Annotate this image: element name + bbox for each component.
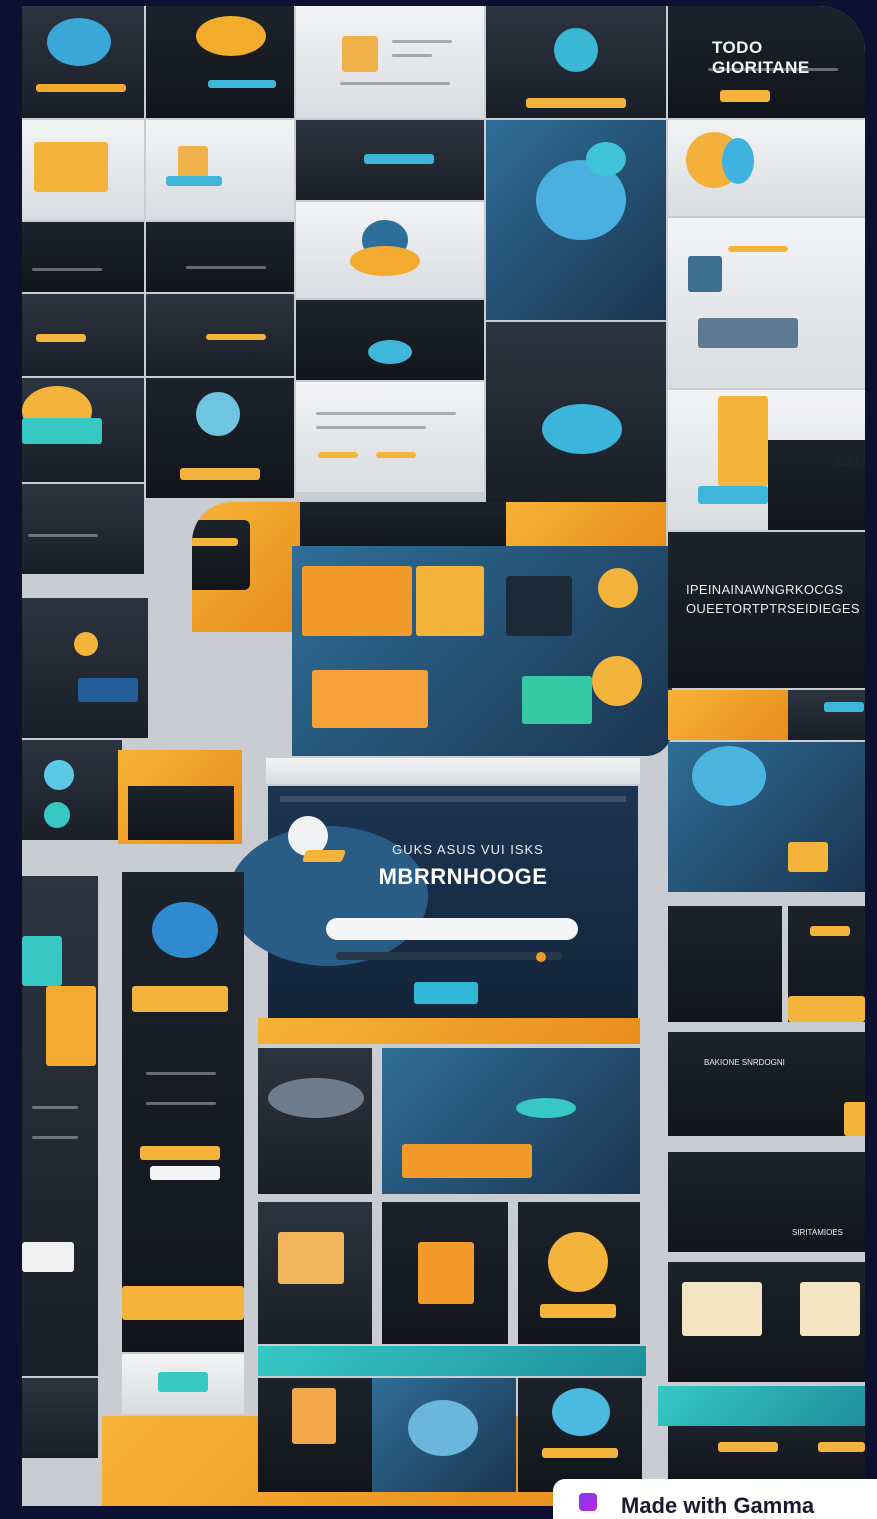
tile-label: SIRITAMIOES xyxy=(792,1228,843,1237)
hero-title: MBRRNHOOGE xyxy=(378,864,548,889)
tile xyxy=(296,202,484,298)
tile xyxy=(22,598,148,738)
tile xyxy=(258,1048,372,1194)
tile xyxy=(266,758,640,784)
tile xyxy=(518,1202,640,1344)
tile-text-line: IPEINAINAWNGRKOCGS xyxy=(686,582,844,597)
gamma-logo-icon xyxy=(579,1493,597,1511)
made-with-gamma-badge[interactable]: Made with Gamma xyxy=(553,1479,877,1519)
tile xyxy=(22,876,98,1376)
tile xyxy=(658,1386,865,1426)
tile xyxy=(22,222,144,292)
tile xyxy=(146,294,294,376)
badge-label: Made with Gamma xyxy=(621,1493,815,1518)
tile xyxy=(146,222,294,292)
tile xyxy=(22,484,144,574)
tile xyxy=(668,1262,865,1382)
tile-label: BAKIONE SNRDOGNI xyxy=(704,1058,785,1067)
tile xyxy=(296,382,484,492)
tile xyxy=(22,378,144,482)
tile xyxy=(788,690,865,740)
hero-button-mock xyxy=(414,982,478,1004)
hero-kicker: GUKS ASUS VUI ISKS xyxy=(392,842,544,857)
tile xyxy=(22,6,144,118)
tile xyxy=(122,872,244,1352)
tile-heading: DAI xyxy=(836,454,859,469)
hero-mockup: GUKS ASUS VUI ISKS MBRRNHOOGE xyxy=(228,786,638,1018)
tile xyxy=(192,502,300,632)
tile xyxy=(258,1346,646,1376)
tile xyxy=(146,6,294,118)
tile xyxy=(122,1354,244,1414)
tile xyxy=(518,1378,642,1492)
tile xyxy=(22,294,144,376)
tile xyxy=(22,120,144,220)
tile-text: IPEINAINAWNGRKOCGS OUEETORTPTRSEIDIEGES xyxy=(686,580,860,618)
tile xyxy=(486,322,666,502)
tile: DAI xyxy=(668,390,865,530)
tile xyxy=(382,1202,508,1344)
tile xyxy=(258,1378,372,1492)
tile xyxy=(788,906,865,1022)
tile xyxy=(506,502,666,552)
tile xyxy=(486,6,666,118)
tile: IPEINAINAWNGRKOCGS OUEETORTPTRSEIDIEGES xyxy=(668,532,865,688)
tile xyxy=(296,6,484,118)
tile xyxy=(22,740,122,840)
tile xyxy=(146,378,294,498)
tile xyxy=(668,218,865,388)
tile xyxy=(668,742,865,892)
tile xyxy=(382,1048,640,1194)
tile: SIRITAMIOES xyxy=(668,1152,865,1252)
tile xyxy=(22,1378,98,1458)
tile xyxy=(118,750,242,844)
tile xyxy=(668,906,782,1022)
tile xyxy=(296,300,484,380)
ui-collage-image: ТОDО GIORITANE DAI IPEINAINAWNGRKOCGS OU… xyxy=(22,6,865,1506)
tile xyxy=(292,546,672,756)
tile xyxy=(258,1202,372,1344)
tile xyxy=(258,1018,640,1044)
tile xyxy=(668,120,865,216)
tile: ТОDО GIORITANE xyxy=(668,6,865,118)
tile xyxy=(296,120,484,200)
tile xyxy=(146,120,294,220)
hero-search-bar xyxy=(326,918,578,940)
tile-text-line: OUEETORTPTRSEIDIEGES xyxy=(686,601,860,616)
tile xyxy=(486,120,666,320)
tile xyxy=(668,690,788,740)
tile-heading: ТОDО GIORITANE xyxy=(712,38,810,77)
tile xyxy=(372,1378,516,1492)
tile: BAKIONE SNRDOGNI xyxy=(668,1032,865,1136)
tile xyxy=(668,1426,865,1480)
